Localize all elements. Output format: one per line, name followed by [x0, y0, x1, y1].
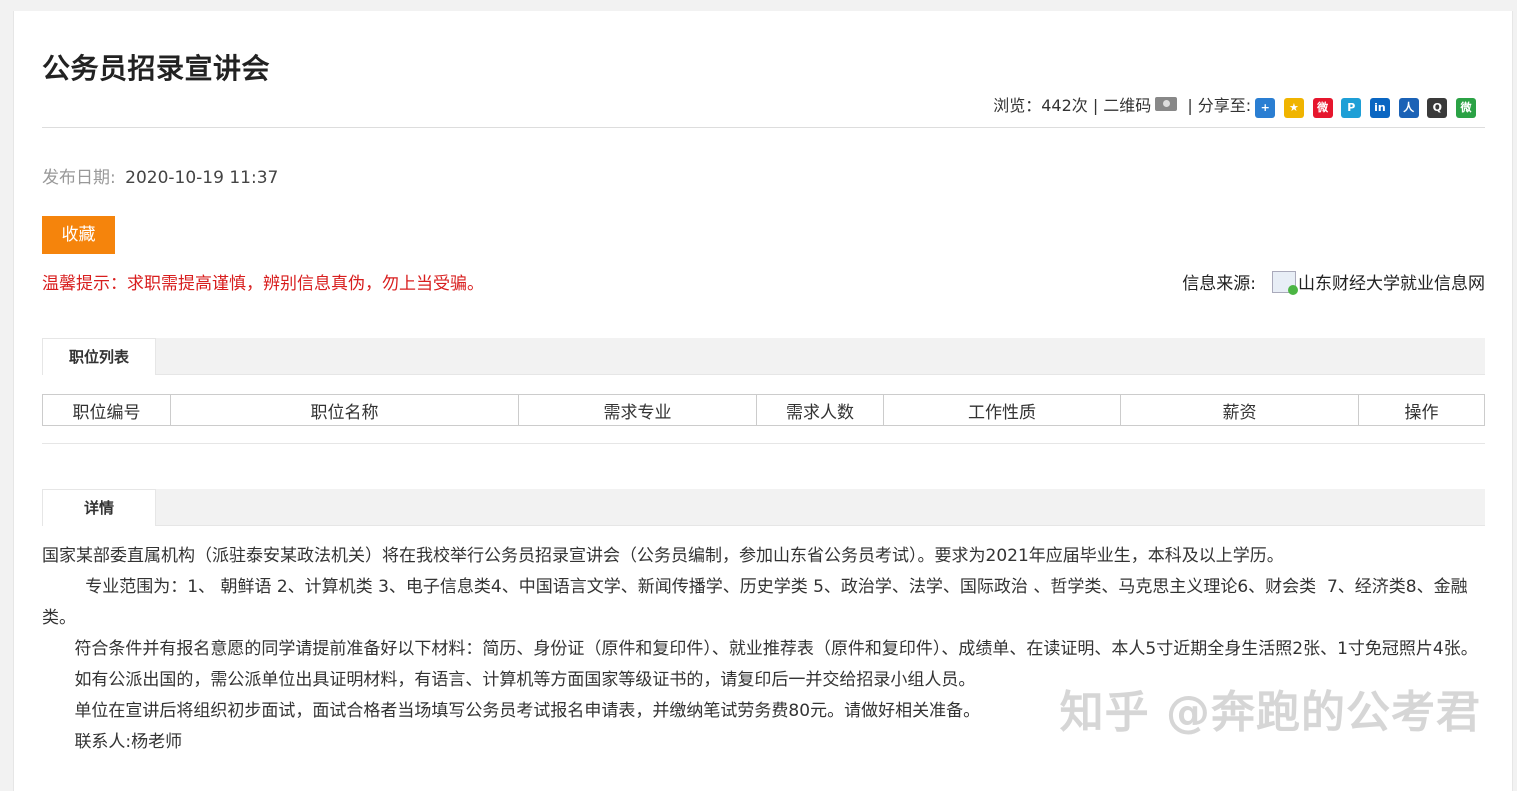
info-source: 信息来源: 山东财经大学就业信息网 [1182, 269, 1485, 295]
col-header: 职位编号 [42, 394, 171, 426]
detail-tabbar: 详情 [42, 489, 1485, 526]
qq-share-icon[interactable]: Q [1427, 98, 1448, 118]
source-link[interactable]: 山东财经大学就业信息网 [1298, 269, 1485, 294]
detail-paragraph: 国家某部委直属机构（派驻泰安某政法机关）将在我校举行公务员招录宣讲会（公务员编制… [42, 546, 1284, 566]
favorite-button[interactable]: 收藏 [42, 216, 115, 254]
col-header: 需求专业 [518, 394, 757, 426]
tab-positions[interactable]: 职位列表 [42, 338, 156, 375]
watermark-text: 知乎 @奔跑的公考君 [1059, 687, 1481, 738]
article-meta: 浏览：442次 | 二维码 | 分享至: + ★ 微 Pin 人 Q 微 [993, 89, 1476, 119]
col-header: 需求人数 [756, 394, 884, 426]
qzone-share-icon[interactable]: ★ [1283, 98, 1304, 118]
article-card: 公务员招录宣讲会 浏览：442次 | 二维码 | 分享至: + ★ 微 Pin 人 Q 微 … [13, 11, 1513, 791]
detail-paragraph: 符合条件并有报名意愿的同学请提前准备好以下材料：简历、身份证（原件和复印件）、就… [42, 639, 1478, 659]
detail-paragraph: 专业范围为：1、 朝鲜语 2、计算机类 3、电子信息类4、中国语言文学、新闻传播… [42, 577, 1468, 628]
share-label: | 分享至: [1187, 96, 1252, 115]
renren-share-icon[interactable]: 人 [1398, 98, 1419, 118]
col-header: 操作 [1358, 394, 1485, 426]
verified-site-icon [1272, 270, 1298, 295]
publish-date-value: 2020-10-19 11:37 [125, 168, 279, 188]
tencent-weibo-share-icon[interactable]: P [1341, 98, 1362, 118]
publish-date: 发布日期: 2020-10-19 11:37 [42, 163, 278, 188]
publish-date-label: 发布日期: [42, 168, 116, 188]
col-header: 薪资 [1120, 394, 1359, 426]
wechat-share-icon[interactable]: 微 [1456, 98, 1476, 118]
add-share-icon[interactable]: + [1255, 98, 1276, 118]
table-divider [42, 443, 1485, 444]
linkedin-share-icon[interactable]: in [1369, 98, 1390, 118]
col-header: 职位名称 [170, 394, 519, 426]
views-count: 浏览：442次 | 二维码 [993, 96, 1152, 115]
table-header-row: 职位编号 职位名称 需求专业 需求人数 工作性质 薪资 操作 [42, 394, 1485, 426]
warning-tip: 温馨提示：求职需提高谨慎，辨别信息真伪，勿上当受骗。 [42, 274, 484, 294]
title-divider [42, 127, 1485, 128]
col-header: 工作性质 [883, 394, 1121, 426]
share-icons: + ★ 微 Pin 人 Q 微 [1255, 98, 1476, 118]
tab-detail[interactable]: 详情 [42, 489, 156, 526]
page-title: 公务员招录宣讲会 [42, 52, 271, 85]
source-label: 信息来源: [1182, 274, 1256, 294]
positions-table: 职位编号 职位名称 需求专业 需求人数 工作性质 薪资 操作 [42, 394, 1485, 426]
qrcode-icon[interactable] [1155, 97, 1178, 111]
weibo-share-icon[interactable]: 微 [1312, 98, 1333, 118]
positions-tabbar: 职位列表 [42, 338, 1485, 375]
